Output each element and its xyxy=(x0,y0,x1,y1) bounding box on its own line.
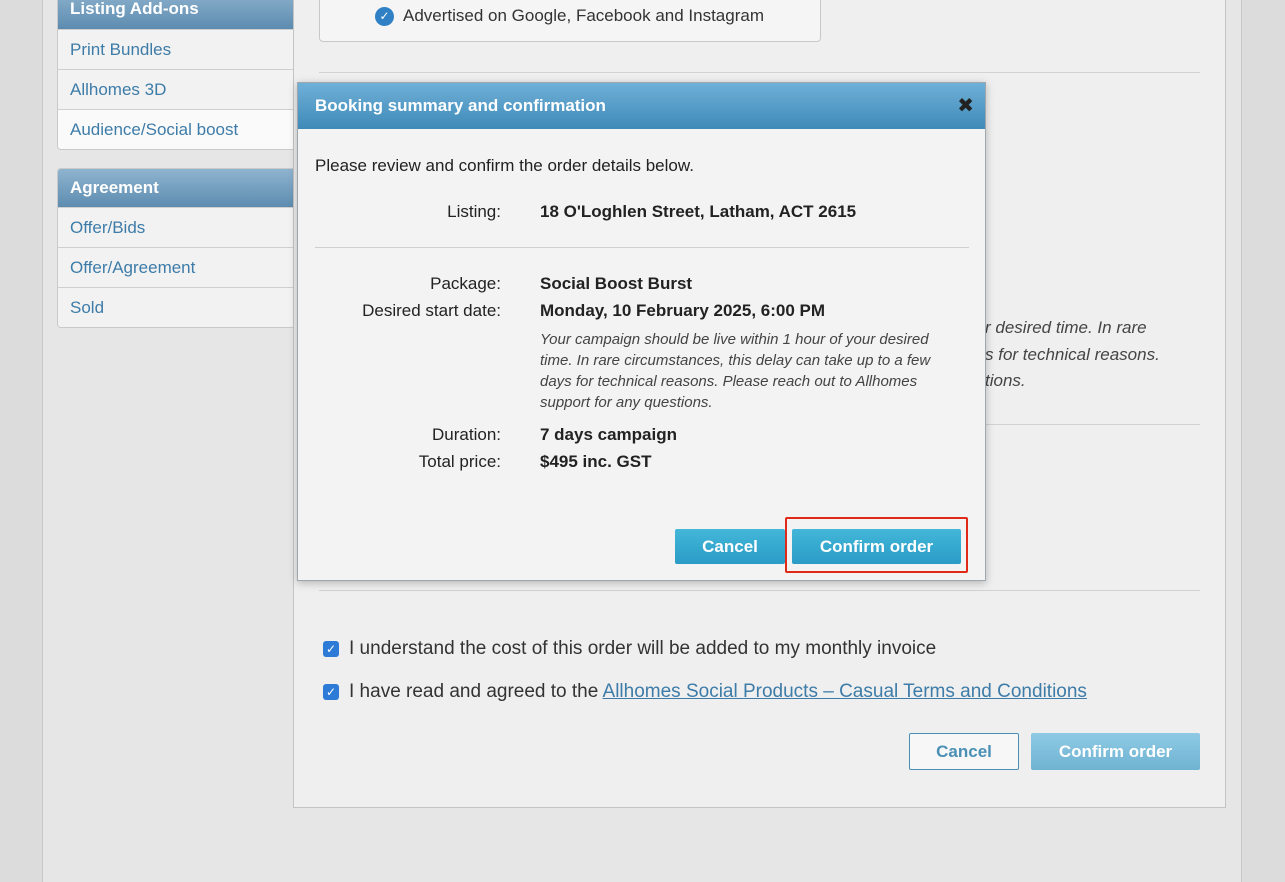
terms-agreement-text: I have read and agreed to the Allhomes S… xyxy=(349,681,1087,703)
cancel-button[interactable]: Cancel xyxy=(909,733,1019,770)
confirm-order-button[interactable]: Confirm order xyxy=(1031,733,1200,770)
modal-intro: Please review and confirm the order deta… xyxy=(315,156,694,175)
agreement-heading: Agreement xyxy=(58,169,294,207)
total-price-value: $495 inc. GST xyxy=(540,452,652,471)
close-icon[interactable]: ✖ xyxy=(957,83,974,129)
sidebar-item-offer-agreement[interactable]: Offer/Agreement xyxy=(58,247,294,287)
invoice-checkbox[interactable]: ✓ xyxy=(323,641,339,657)
sidebar-item-sold[interactable]: Sold xyxy=(58,287,294,327)
modal-confirm-order-button[interactable]: Confirm order xyxy=(792,529,961,564)
background-note-line: tions. xyxy=(985,371,1026,390)
modal-divider xyxy=(315,247,969,248)
package-value: Social Boost Burst xyxy=(540,274,693,293)
booking-summary-modal: Booking summary and confirmation ✖ Pleas… xyxy=(297,82,986,581)
terms-agreement-row: ✓ I have read and agreed to the Allhomes… xyxy=(323,680,1087,704)
invoice-agreement-row: ✓ I understand the cost of this order wi… xyxy=(323,637,936,661)
listing-label: Listing: xyxy=(447,202,501,221)
invoice-agreement-text: I understand the cost of this order will… xyxy=(349,638,937,659)
package-label: Package: xyxy=(430,274,501,293)
duration-value: 7 days campaign xyxy=(540,425,678,444)
modal-cancel-button[interactable]: Cancel xyxy=(675,529,785,564)
sidebar-item-audience-social-boost[interactable]: Audience/Social boost xyxy=(58,109,294,149)
listing-value: 18 O'Loghlen Street, Latham, ACT 2615 xyxy=(540,202,857,221)
sidebar-item-allhomes-3d[interactable]: Allhomes 3D xyxy=(58,69,294,109)
sidebar-item-print-bundles[interactable]: Print Bundles xyxy=(58,29,294,69)
terms-prefix: I have read and agreed to the xyxy=(349,681,603,702)
terms-checkbox[interactable]: ✓ xyxy=(323,684,339,700)
divider xyxy=(319,72,1200,73)
terms-link[interactable]: Allhomes Social Products – Casual Terms … xyxy=(603,681,1087,702)
sidebar-item-offer-bids[interactable]: Offer/Bids xyxy=(58,207,294,247)
addons-group: Listing Add-ons Print Bundles Allhomes 3… xyxy=(57,0,294,150)
feature-box: ✓ Advertised on Google, Facebook and Ins… xyxy=(319,0,821,42)
background-note-line: r desired time. In rare xyxy=(985,318,1147,337)
check-circle-icon: ✓ xyxy=(375,7,394,26)
divider xyxy=(319,590,1200,591)
modal-header: Booking summary and confirmation ✖ xyxy=(298,83,985,129)
start-date-value: Monday, 10 February 2025, 6:00 PM xyxy=(540,301,826,320)
total-price-label: Total price: xyxy=(418,452,501,471)
modal-title: Booking summary and confirmation xyxy=(315,96,606,115)
feature-text: Advertised on Google, Facebook and Insta… xyxy=(403,6,764,25)
addons-heading: Listing Add-ons xyxy=(58,0,294,29)
start-date-label: Desired start date: xyxy=(362,301,501,320)
start-date-note: Your campaign should be live within 1 ho… xyxy=(540,331,931,411)
duration-label: Duration: xyxy=(432,425,501,444)
background-note-line: s for technical reasons. xyxy=(985,345,1160,364)
agreement-group: Agreement Offer/Bids Offer/Agreement Sol… xyxy=(57,168,294,328)
sidebar: Listing Add-ons Print Bundles Allhomes 3… xyxy=(57,0,294,328)
